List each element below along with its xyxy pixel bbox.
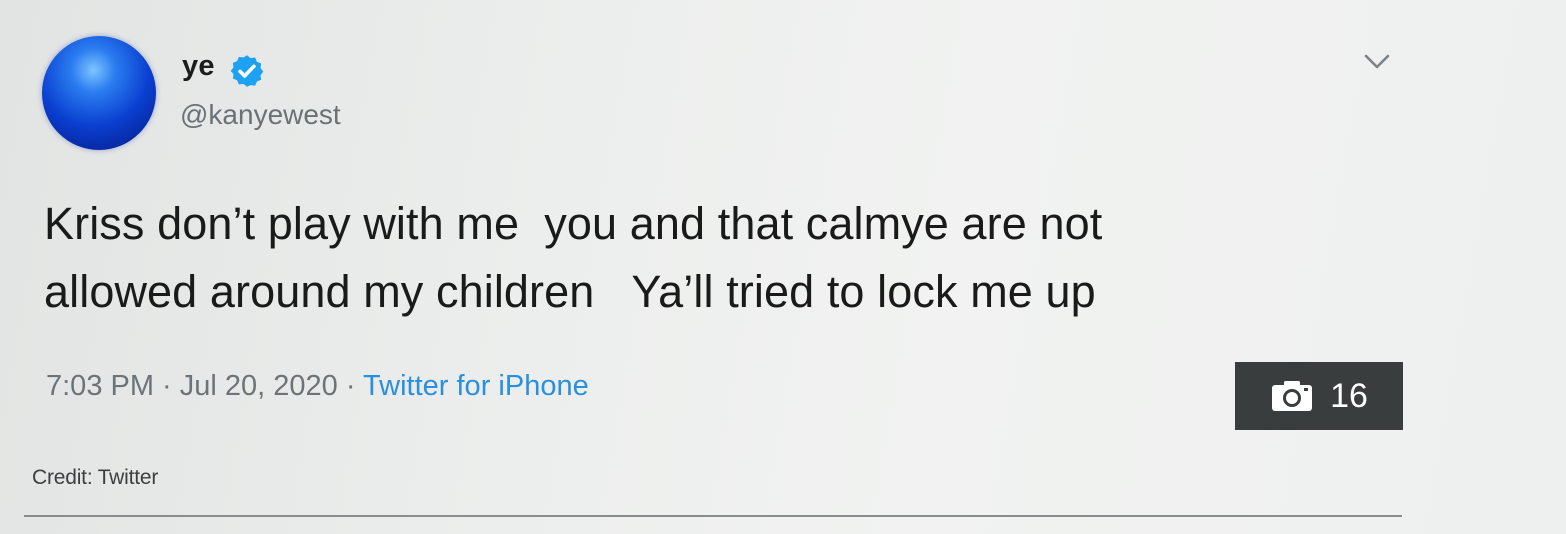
tweet-source-link[interactable]: Twitter for iPhone	[363, 370, 589, 402]
meta-separator: ·	[154, 370, 180, 402]
tweet-time[interactable]: 7:03 PM	[46, 370, 154, 402]
tweet-metadata: 7:03 PM · Jul 20, 2020 · Twitter for iPh…	[46, 370, 589, 403]
tweet-text: Kriss don’t play with me you and that ca…	[44, 198, 1103, 317]
verified-badge-icon	[230, 55, 264, 87]
photo-gallery-button[interactable]: 16	[1235, 362, 1403, 430]
display-name[interactable]: ye	[182, 50, 215, 83]
camera-icon	[1272, 381, 1313, 411]
divider	[24, 515, 1402, 517]
user-handle[interactable]: @kanyewest	[180, 99, 341, 131]
tweet-card: ye @kanyewest Kriss don’t play with me y…	[0, 0, 1566, 534]
meta-separator: ·	[337, 370, 364, 402]
photo-count: 16	[1330, 376, 1368, 415]
image-credit: Credit: Twitter	[32, 466, 159, 489]
avatar[interactable]	[42, 36, 156, 150]
chevron-down-icon[interactable]	[1362, 50, 1392, 74]
tweet-date[interactable]: Jul 20, 2020	[180, 370, 338, 402]
